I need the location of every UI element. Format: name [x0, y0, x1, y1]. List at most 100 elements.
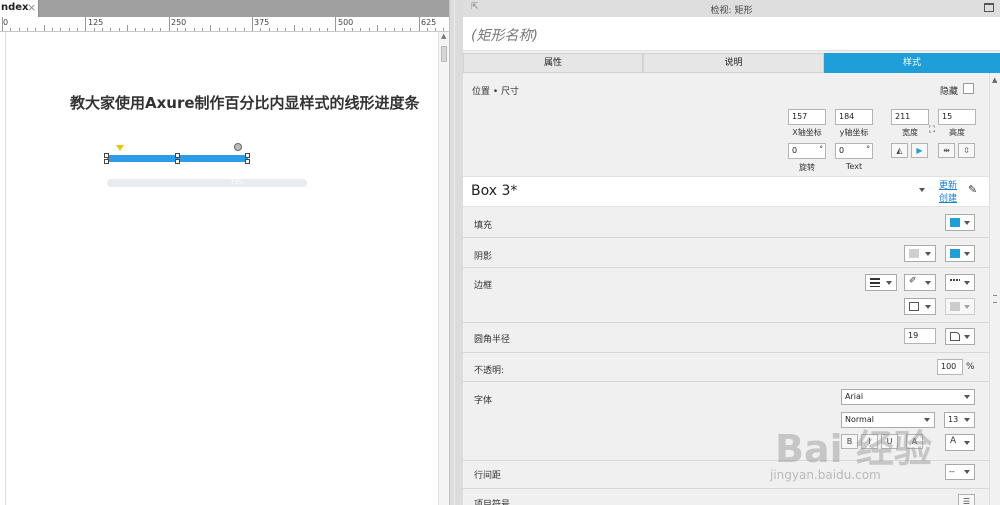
rotate-handle-icon[interactable]	[116, 145, 124, 151]
inner-shadow-picker[interactable]	[945, 245, 975, 262]
ruler-tick	[193, 28, 195, 31]
border-visibility-picker[interactable]	[904, 298, 936, 315]
ruler-tick	[251, 17, 253, 31]
text-shadow-picker[interactable]: A	[945, 434, 975, 451]
ruler-tick	[151, 28, 153, 31]
font-family-select[interactable]: Arial	[841, 389, 975, 405]
watermark-text: Bai 经验	[775, 427, 932, 471]
resize-handle[interactable]	[245, 153, 250, 158]
ruler-tick	[335, 17, 337, 31]
border-color-picker[interactable]: ✐	[904, 274, 936, 291]
inspector-tabs: 属性 说明 样式	[463, 53, 1000, 73]
maximize-icon[interactable]	[984, 3, 994, 12]
tab-index[interactable]: ndex ×	[0, 0, 39, 17]
scroll-thumb[interactable]	[441, 46, 447, 62]
width-input[interactable]: 211	[891, 109, 929, 125]
update-style-link[interactable]: 更新	[939, 178, 957, 191]
line-spacing-select[interactable]: --	[945, 464, 975, 480]
ruler-tick	[135, 28, 137, 31]
ruler-tick	[18, 28, 20, 31]
style-name: Box 3*	[471, 183, 518, 199]
ruler-tick	[435, 28, 437, 31]
inspector-scrollbar[interactable]: ▲	[989, 73, 1000, 505]
opacity-unit: %	[966, 362, 975, 372]
degree-symbol: °	[866, 145, 871, 153]
ruler-tick	[176, 28, 178, 31]
border-pattern-picker[interactable]	[945, 274, 975, 291]
hidden-checkbox[interactable]	[963, 83, 974, 94]
text-rotation-input[interactable]: 0 °	[835, 143, 873, 159]
progress-track[interactable]: 73%	[107, 179, 307, 187]
ruler-tick	[276, 28, 278, 31]
scroll-up-icon[interactable]: ▲	[992, 76, 997, 84]
ruler-tick	[368, 28, 370, 31]
ruler-tick	[185, 28, 187, 31]
ruler-label: 0	[3, 18, 9, 27]
tab-style[interactable]: 样式	[824, 53, 1000, 73]
close-icon[interactable]: ×	[27, 1, 36, 14]
bullet-list-icon[interactable]: ☰	[958, 494, 975, 505]
ruler-tick	[235, 28, 237, 31]
flip-horizontal-icon[interactable]: ◭	[891, 143, 908, 158]
app-window: ndex × 0 125 250 375 500 625 ▲ 教大家使用Axur…	[0, 0, 1000, 505]
ruler-tick	[401, 28, 403, 31]
ruler-tick	[93, 28, 95, 31]
flip-vertical-icon[interactable]: ▶	[911, 143, 928, 158]
canvas-pane: ndex × 0 125 250 375 500 625 ▲ 教大家使用Axur…	[0, 0, 449, 505]
tab-notes[interactable]: 说明	[643, 53, 824, 73]
x-input[interactable]: 157	[788, 109, 826, 125]
rotation-input[interactable]: 0 °	[788, 143, 826, 159]
opacity-input[interactable]: 100	[937, 359, 963, 375]
font-family-value: Arial	[845, 392, 864, 401]
canvas-title-text[interactable]: 教大家使用Axure制作百分比内显样式的线形进度条	[70, 92, 450, 113]
corner-picker[interactable]	[945, 328, 975, 345]
text-rotation-value: 0	[839, 146, 845, 155]
rotation-value: 0	[792, 146, 798, 155]
border-width-picker[interactable]	[865, 274, 897, 291]
ruler-tick	[410, 28, 412, 31]
inspector-header: ⇱ 检视: 矩形	[463, 0, 1000, 17]
tab-properties[interactable]: 属性	[463, 53, 643, 73]
document-tab-bar: ndex ×	[0, 0, 449, 17]
resize-handle[interactable]	[245, 159, 250, 164]
height-input[interactable]: 15	[938, 109, 976, 125]
resize-handle[interactable]	[175, 159, 180, 164]
ruler-label: 375	[254, 18, 270, 27]
style-selector[interactable]: Box 3* 更新 创建 ✎	[463, 176, 989, 207]
ruler-tick	[76, 28, 78, 31]
pane-splitter[interactable]	[449, 0, 463, 505]
fill-color-picker[interactable]	[945, 214, 975, 231]
ruler-tick	[26, 28, 28, 31]
shape-name-placeholder: (矩形名称)	[471, 28, 538, 44]
auto-fit-width-icon[interactable]: ⇹	[938, 143, 955, 158]
auto-fit-height-icon[interactable]: ⇳	[958, 143, 975, 158]
ruler-tick	[260, 28, 262, 31]
resize-handle[interactable]	[175, 153, 180, 158]
ruler-tick	[126, 25, 128, 31]
corner-radius-input[interactable]: 19	[904, 328, 936, 344]
outer-shadow-picker[interactable]	[904, 245, 936, 262]
ruler-tick	[51, 28, 53, 31]
ruler-tick	[376, 25, 378, 31]
scroll-up-icon[interactable]: ▲	[441, 32, 446, 40]
ruler-tick	[326, 28, 328, 31]
create-style-link[interactable]: 创建	[939, 191, 957, 204]
ruler-tick	[101, 28, 103, 31]
ruler-tick	[118, 28, 120, 31]
resize-handle[interactable]	[104, 159, 109, 164]
chevron-down-icon[interactable]	[919, 188, 925, 192]
ruler-tick	[360, 28, 362, 31]
arrow-style-picker[interactable]	[945, 298, 975, 315]
edit-style-icon[interactable]: ✎	[968, 183, 977, 196]
bullets-label: 项目符号	[474, 500, 511, 505]
watermark-logo: Bai 经验	[775, 418, 932, 473]
shape-name-input[interactable]: (矩形名称)	[463, 17, 1000, 51]
scroll-grip-icon[interactable]	[993, 295, 997, 303]
progress-label: 73%	[230, 179, 244, 186]
corner-radius-handle-icon[interactable]	[234, 143, 242, 151]
y-input[interactable]: 184	[835, 109, 873, 125]
horizontal-ruler: 0 125 250 375 500 625	[0, 17, 449, 32]
resize-handle[interactable]	[104, 153, 109, 158]
font-size-select[interactable]: 13	[944, 412, 975, 428]
ruler-tick	[201, 28, 203, 31]
